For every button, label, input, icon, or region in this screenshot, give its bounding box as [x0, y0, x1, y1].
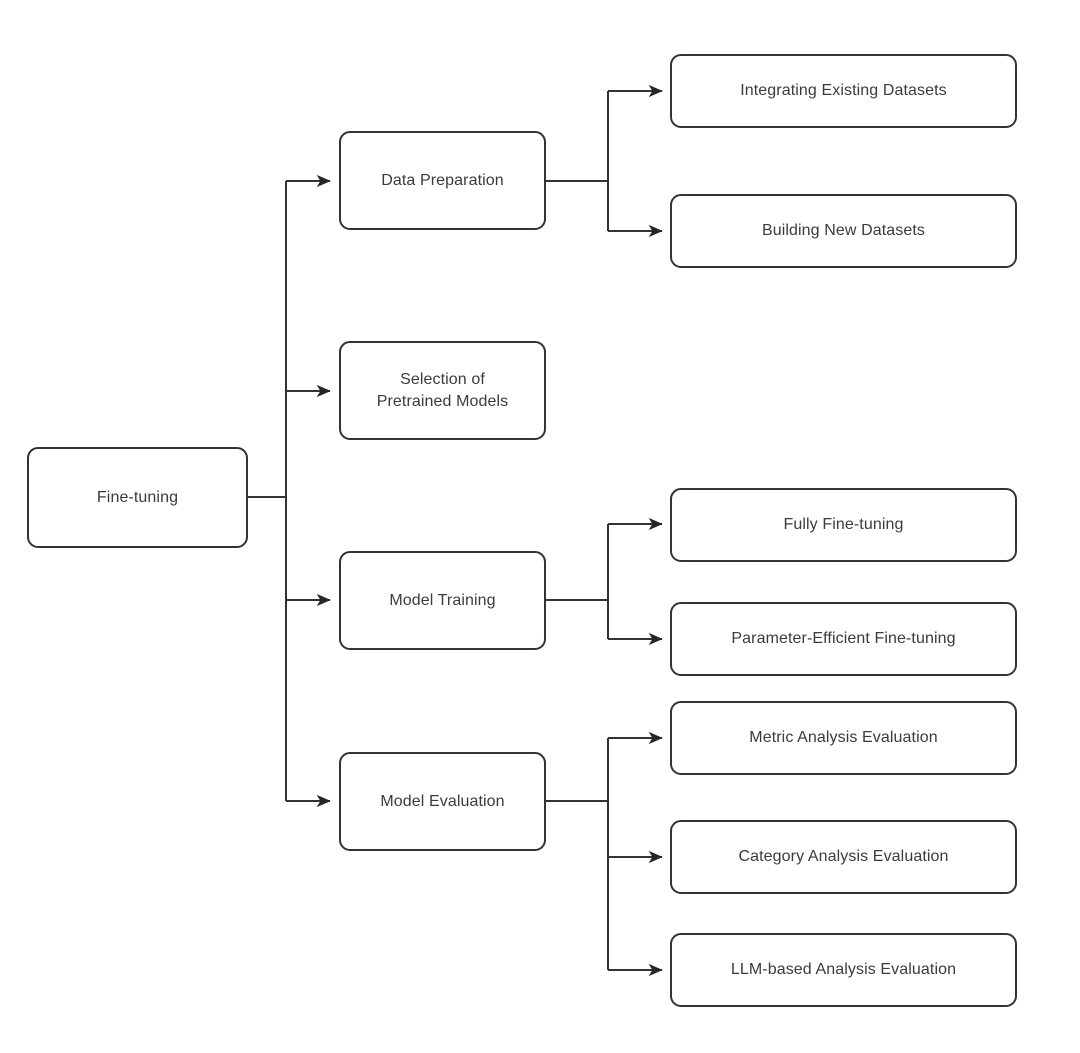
node-label: Parameter-Efficient Fine-tuning — [731, 630, 956, 648]
node-label: Fine-tuning — [96, 488, 179, 506]
node-label: Metric Analysis Evaluation — [749, 729, 938, 747]
node-metric-analysis-evaluation[interactable]: Metric Analysis Evaluation — [670, 701, 1017, 775]
node-selection-of-pretrained-models[interactable]: Selection of Pretrained Models — [339, 341, 546, 440]
data-preparation-sub-edges — [546, 84, 663, 238]
model-evaluation-sub-edges — [546, 731, 663, 977]
node-fully-fine-tuning[interactable]: Fully Fine-tuning — [670, 488, 1017, 562]
node-data-preparation[interactable]: Data Preparation — [339, 131, 546, 230]
node-label: Integrating Existing Datasets — [740, 82, 947, 100]
node-model-training[interactable]: Model Training — [339, 551, 546, 650]
node-label: Fully Fine-tuning — [783, 516, 904, 534]
node-fine-tuning[interactable]: Fine-tuning — [27, 447, 248, 548]
node-integrating-existing-datasets[interactable]: Integrating Existing Datasets — [670, 54, 1017, 128]
node-label: Category Analysis Evaluation — [738, 848, 949, 866]
node-label: Building New Datasets — [761, 222, 926, 240]
node-label: Model Evaluation — [380, 792, 505, 810]
flowchart-canvas: Fine-tuning Data Preparation Selection o… — [0, 0, 1080, 1053]
node-model-evaluation[interactable]: Model Evaluation — [339, 752, 546, 851]
node-llm-based-analysis-evaluation[interactable]: LLM-based Analysis Evaluation — [670, 933, 1017, 1007]
node-category-analysis-evaluation[interactable]: Category Analysis Evaluation — [670, 820, 1017, 894]
main-trunk-edges — [248, 174, 331, 808]
node-building-new-datasets[interactable]: Building New Datasets — [670, 194, 1017, 268]
node-parameter-efficient-fine-tuning[interactable]: Parameter-Efficient Fine-tuning — [670, 602, 1017, 676]
node-label: Model Training — [389, 591, 496, 609]
node-label: Data Preparation — [381, 171, 504, 189]
node-label: Selection of Pretrained Models — [376, 371, 509, 410]
node-label: LLM-based Analysis Evaluation — [730, 961, 957, 979]
model-training-sub-edges — [546, 517, 663, 646]
